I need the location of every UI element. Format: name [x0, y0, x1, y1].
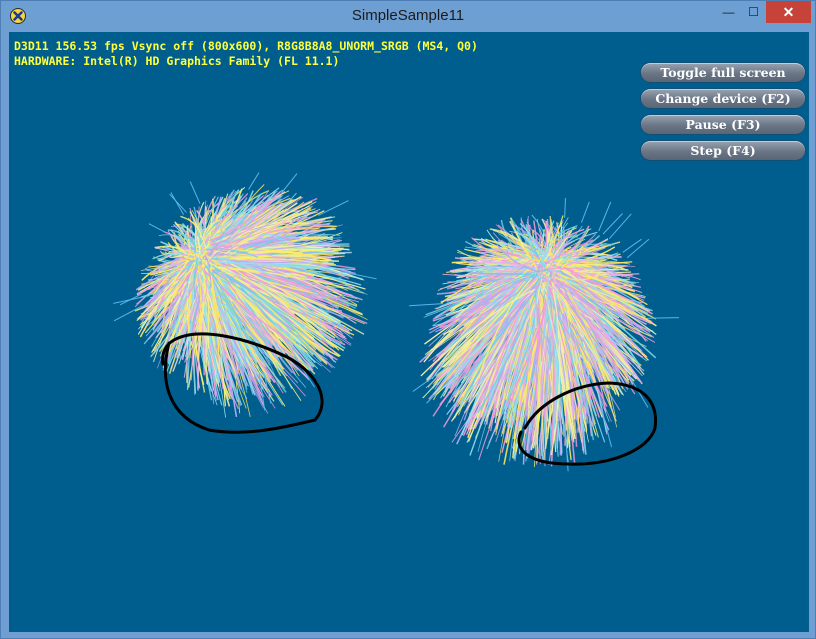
- toggle-full-screen-button[interactable]: Toggle full screen: [641, 63, 805, 82]
- window-title: SimpleSample11: [351, 7, 465, 24]
- maximize-button[interactable]: ☐: [740, 1, 767, 23]
- stats-line-fps: D3D11 156.53 fps Vsync off (800x600), R8…: [14, 39, 478, 53]
- stats-line-hardware: HARDWARE: Intel(R) HD Graphics Family (F…: [14, 54, 340, 68]
- hair-model-left: [113, 172, 377, 418]
- hair-model-right: [409, 198, 679, 472]
- step-button[interactable]: Step (F4): [641, 141, 805, 160]
- render-viewport[interactable]: D3D11 156.53 fps Vsync off (800x600), R8…: [9, 32, 809, 632]
- close-button[interactable]: ✕: [766, 1, 811, 23]
- minimize-button[interactable]: —: [715, 1, 742, 23]
- stats-overlay: D3D11 156.53 fps Vsync off (800x600), R8…: [14, 39, 478, 69]
- pause-button[interactable]: Pause (F3): [641, 115, 805, 134]
- title-bar[interactable]: SimpleSample11 — ☐ ✕: [1, 1, 815, 32]
- app-window: SimpleSample11 — ☐ ✕ D3D11 156.53 fps Vs…: [0, 0, 816, 639]
- change-device-button[interactable]: Change device (F2): [641, 89, 805, 108]
